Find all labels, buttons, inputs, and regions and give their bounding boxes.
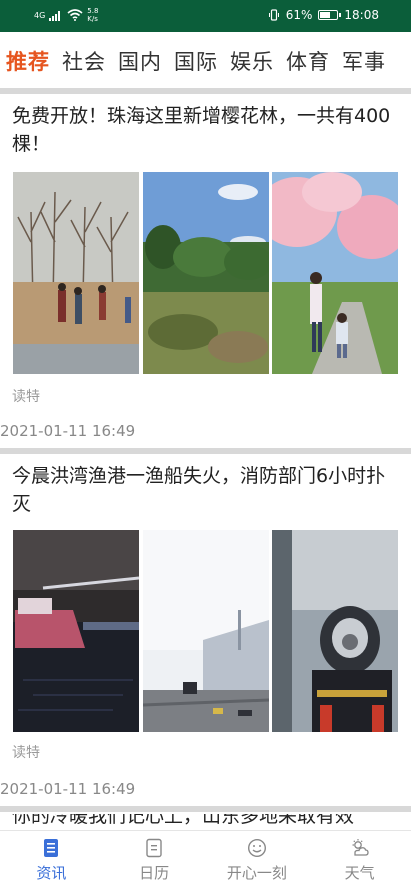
news-thumbnail[interactable] bbox=[142, 530, 269, 732]
nav-label: 天气 bbox=[344, 864, 375, 882]
battery-icon bbox=[318, 10, 342, 20]
nav-calendar[interactable]: 日历 bbox=[103, 831, 206, 896]
news-time: 2021-01-11 16:49 bbox=[0, 422, 136, 440]
tab-domestic[interactable]: 国内 bbox=[118, 46, 162, 76]
bottom-nav: 资讯 日历 开心一刻 天气 bbox=[0, 830, 411, 896]
network-type-label: 4G bbox=[34, 10, 46, 20]
nav-fun-moment[interactable]: 开心一刻 bbox=[206, 831, 309, 896]
net-speed-value: 5.8 bbox=[87, 7, 99, 15]
smile-icon bbox=[247, 838, 266, 858]
news-title[interactable]: 免费开放！珠海这里新增樱花林，一共有400棵！ bbox=[12, 102, 404, 158]
thumbnail-row bbox=[13, 530, 398, 732]
tab-sports[interactable]: 体育 bbox=[286, 46, 330, 76]
news-title[interactable]: 今晨洪湾渔港一渔船失火，消防部门6小时扑灭 bbox=[12, 462, 404, 518]
news-card[interactable]: 免费开放！珠海这里新增樱花林，一共有400棵！ 读特 2021-01-11 16… bbox=[0, 94, 411, 448]
news-card[interactable]: 今晨洪湾渔港一渔船失火，消防部门6小时扑灭 读特 2021-01-11 16:4… bbox=[0, 454, 411, 808]
status-right: 61% 18:08 bbox=[268, 8, 379, 22]
wifi-icon bbox=[67, 9, 83, 21]
news-source: 读特 bbox=[12, 389, 40, 405]
thumbnail-row bbox=[13, 172, 398, 374]
calendar-icon bbox=[146, 838, 162, 858]
news-thumbnail[interactable] bbox=[142, 172, 269, 374]
tab-entertainment[interactable]: 娱乐 bbox=[230, 46, 274, 76]
battery-percent: 61% bbox=[285, 8, 313, 22]
category-tabs: 推荐 社会 国内 国际 娱乐 体育 军事 bbox=[0, 40, 411, 82]
news-time: 2021-01-11 16:49 bbox=[0, 780, 136, 798]
news-title-partial[interactable]: 你的冷暖我们记心上，山东多地采取有效 bbox=[12, 814, 404, 828]
signal-icon bbox=[49, 11, 61, 21]
net-speed: 5.8 K/s bbox=[87, 7, 98, 23]
news-thumbnail[interactable] bbox=[272, 530, 398, 732]
tab-recommend[interactable]: 推荐 bbox=[6, 46, 50, 76]
tab-military[interactable]: 军事 bbox=[342, 46, 386, 76]
clock: 18:08 bbox=[344, 8, 379, 22]
tab-society[interactable]: 社会 bbox=[62, 46, 106, 76]
status-left: 4G 5.8 K/s bbox=[34, 7, 98, 23]
nav-label: 资讯 bbox=[36, 864, 67, 882]
tab-international[interactable]: 国际 bbox=[174, 46, 218, 76]
divider bbox=[0, 806, 411, 812]
news-thumbnail[interactable] bbox=[13, 172, 139, 374]
nav-news[interactable]: 资讯 bbox=[0, 831, 103, 896]
vibrate-icon bbox=[268, 9, 279, 21]
weather-icon bbox=[352, 839, 369, 856]
news-icon bbox=[44, 839, 59, 857]
news-title-partial-text: 你的冷暖我们记心上，山东多地采取有效 bbox=[12, 814, 355, 827]
status-bar: 4G 5.8 K/s 61% 18:08 bbox=[0, 0, 411, 32]
net-speed-unit: K/s bbox=[87, 15, 98, 23]
news-thumbnail[interactable] bbox=[272, 172, 398, 374]
news-thumbnail[interactable] bbox=[13, 530, 139, 732]
nav-label: 日历 bbox=[139, 864, 170, 882]
news-source: 读特 bbox=[12, 745, 40, 761]
nav-weather[interactable]: 天气 bbox=[308, 831, 411, 896]
nav-label: 开心一刻 bbox=[226, 864, 287, 882]
